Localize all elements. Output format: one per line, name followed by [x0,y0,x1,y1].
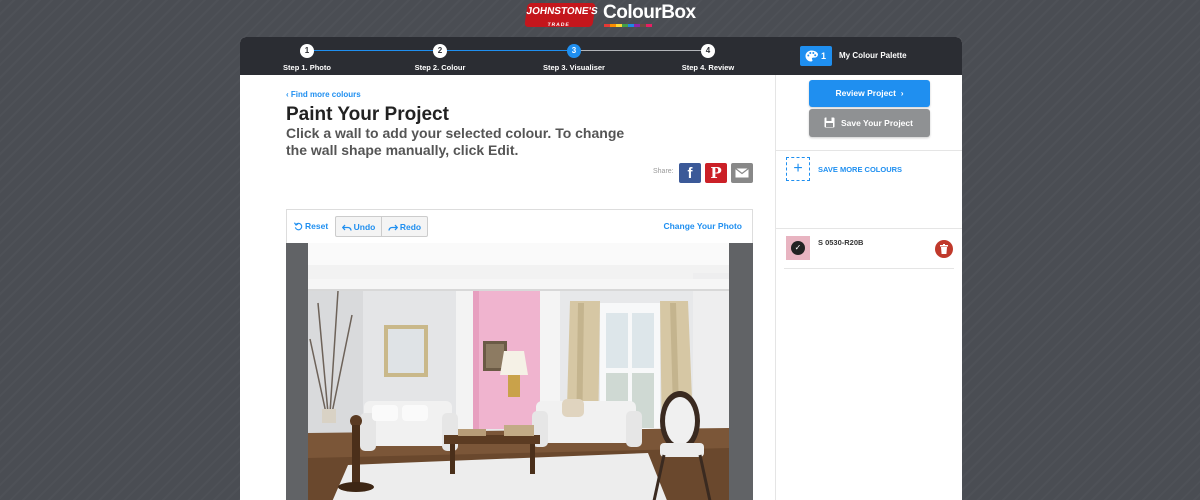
redo-button[interactable]: Redo [381,216,428,237]
change-photo-link[interactable]: Change Your Photo [663,216,742,237]
facebook-icon: f [687,165,693,182]
palette-count-badge[interactable]: 1 [800,46,832,66]
page-instructions: Click a wall to add your selected colour… [286,125,625,158]
brand-swatch [646,24,652,27]
step-1-circle[interactable]: 1 [300,44,314,58]
visualiser-toolbar: Reset Undo Redo Change Your Photo [286,209,753,243]
pinterest-share-button[interactable]: P [705,163,727,183]
reset-label: Reset [305,221,329,231]
step-3-label[interactable]: Step 3. Visualiser [529,63,619,72]
email-share-button[interactable] [731,163,753,183]
logo-bar: JOHNSTONE'S TRADE ColourBox [0,0,1200,32]
save-more-colours-link[interactable]: SAVE MORE COLOURS [818,165,902,174]
palette-sidebar: Review Project › Save Your Project + SAV… [775,75,962,500]
step-connector [574,50,708,51]
step-connector [440,50,574,51]
undo-button[interactable]: Undo [335,216,382,237]
step-2-label[interactable]: Step 2. Colour [395,63,485,72]
review-project-button[interactable]: Review Project › [809,80,930,107]
palette-header: 1 My Colour Palette [775,37,962,75]
sidebar-divider [784,268,954,269]
find-more-colours-label: Find more colours [290,90,361,99]
redo-icon [388,224,398,231]
sidebar-divider [776,150,962,151]
main-content: ‹ Find more colours Paint Your Project C… [240,75,775,500]
page-title: Paint Your Project [286,104,449,125]
progress-stepper: 1 Step 1. Photo 2 Step 2. Colour 3 Step … [240,37,775,75]
envelope-icon [735,168,749,178]
sidebar-divider [776,228,962,229]
undo-label: Undo [353,222,376,232]
palette-icon [805,50,818,62]
chevron-right-icon: › [898,88,904,98]
facebook-share-button[interactable]: f [679,163,701,183]
colour-swatch[interactable]: ✓ [786,236,810,260]
step-3-circle[interactable]: 3 [567,44,581,58]
reset-icon [293,222,303,231]
checkmark-icon: ✓ [791,241,805,255]
reset-button[interactable]: Reset [293,216,329,237]
step-4-circle[interactable]: 4 [701,44,715,58]
colourbox-logo: ColourBox [603,2,696,23]
redo-label: Redo [399,222,422,232]
save-project-button[interactable]: Save Your Project [809,109,930,137]
room-photo[interactable] [308,243,729,500]
palette-count: 1 [821,51,827,61]
step-4-label[interactable]: Step 4. Review [663,63,753,72]
review-project-label: Review Project [835,88,896,98]
visualiser-app: 1 Step 1. Photo 2 Step 2. Colour 3 Step … [240,37,962,500]
trash-icon [940,244,948,254]
chevron-left-icon: ‹ [286,90,289,99]
find-more-colours-link[interactable]: ‹ Find more colours [286,90,361,99]
colour-name: S 0530-R20B [818,238,864,247]
save-project-label: Save Your Project [841,118,913,128]
colourbox-logo-swatches [604,24,652,27]
pinterest-icon: P [710,164,722,182]
visualiser-canvas [286,243,753,500]
floppy-disk-icon [824,117,835,128]
step-2-circle[interactable]: 2 [433,44,447,58]
plus-icon[interactable]: + [786,157,810,181]
johnstones-logo: JOHNSTONE'S TRADE [524,3,598,28]
johnstones-logo-text: JOHNSTONE'S [525,6,599,17]
delete-colour-button[interactable] [935,240,953,258]
palette-title: My Colour Palette [839,51,907,60]
step-connector [306,50,440,51]
johnstones-logo-subtext: TRADE [547,22,571,28]
share-label: Share: [653,168,674,175]
step-1-label[interactable]: Step 1. Photo [262,63,352,72]
undo-icon [341,224,352,231]
